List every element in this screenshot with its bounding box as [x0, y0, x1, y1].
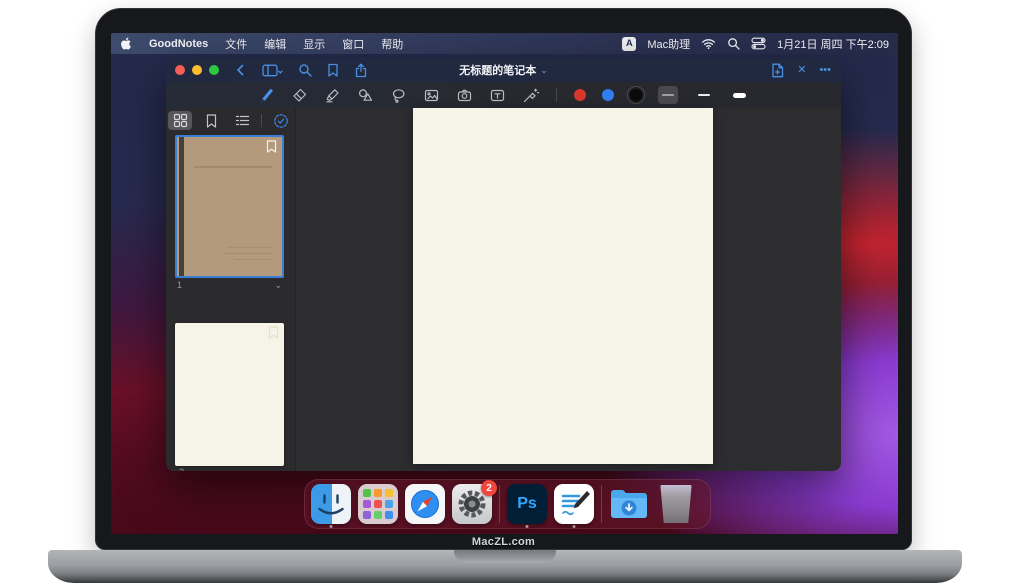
thickness-bold[interactable] — [730, 86, 750, 104]
search-icon[interactable] — [298, 63, 312, 77]
more-options-icon[interactable]: ••• — [819, 65, 831, 76]
select-pages-icon[interactable] — [269, 111, 293, 130]
image-tool-icon[interactable] — [423, 87, 440, 104]
mac-assistant-item[interactable]: Mac助理 — [647, 36, 690, 52]
running-indicator — [330, 525, 333, 528]
dock-separator — [499, 485, 500, 523]
dock-downloads[interactable] — [609, 480, 649, 528]
running-indicator — [573, 525, 576, 528]
dock: 2 Ps — [304, 479, 711, 529]
window-title[interactable]: 无标题的笔记本 ⌄ — [459, 62, 548, 78]
notification-badge: 2 — [481, 480, 497, 496]
camera-tool-icon[interactable] — [456, 87, 473, 104]
shapes-tool-icon[interactable] — [357, 87, 374, 104]
color-swatch-black[interactable] — [630, 89, 642, 101]
menu-view[interactable]: 显示 — [303, 36, 325, 52]
dock-safari[interactable] — [405, 480, 445, 528]
display: GoodNotes 文件 编辑 显示 窗口 帮助 A Mac助理 — [111, 33, 898, 534]
dock-launchpad[interactable] — [358, 480, 398, 528]
launchpad-icon — [358, 484, 398, 524]
finder-icon — [311, 484, 351, 524]
dock-finder[interactable] — [311, 480, 351, 528]
toolbar-divider — [556, 88, 557, 102]
menu-edit[interactable]: 编辑 — [264, 36, 286, 52]
spotlight-search-icon[interactable] — [727, 37, 740, 50]
downloads-folder-icon — [609, 484, 649, 524]
title-chevron-icon: ⌄ — [540, 65, 548, 76]
page-1-number: 1 — [177, 280, 182, 291]
share-icon[interactable] — [354, 63, 368, 78]
lid-notch — [454, 550, 556, 563]
menu-file[interactable]: 文件 — [225, 36, 247, 52]
dock-photoshop[interactable]: Ps — [507, 480, 547, 528]
thumbnail-bookmark-icon — [268, 326, 279, 344]
page-view-icon[interactable] — [262, 63, 283, 78]
goodnotes-window: 无标题的笔记本 ⌄ ✕ ••• — [166, 58, 841, 471]
text-tool-icon[interactable] — [489, 87, 506, 104]
traffic-lights — [175, 65, 219, 75]
trash-icon — [659, 485, 693, 523]
highlighter-tool-icon[interactable] — [324, 87, 341, 104]
bookmark-icon[interactable] — [327, 63, 339, 77]
maczl-watermark: MacZL.com — [96, 536, 911, 548]
close-window-button[interactable] — [175, 65, 185, 75]
lasso-tool-icon[interactable] — [390, 87, 407, 104]
macbook-mockup: GoodNotes 文件 编辑 显示 窗口 帮助 A Mac助理 — [0, 0, 1009, 586]
safari-icon — [405, 484, 445, 524]
minimize-window-button[interactable] — [192, 65, 202, 75]
thumbnail-sidebar: 1 ⌄ 2 — [166, 108, 296, 471]
page-thumbnail-1-selected[interactable] — [175, 135, 284, 278]
color-swatch-red[interactable] — [574, 89, 586, 101]
control-center-icon[interactable] — [751, 37, 766, 50]
laser-pointer-tool-icon[interactable] — [522, 87, 539, 104]
wifi-icon[interactable] — [701, 37, 716, 50]
drawing-toolbar — [166, 82, 841, 108]
zoom-window-button[interactable] — [209, 65, 219, 75]
pen-tool-icon[interactable] — [258, 87, 275, 104]
window-titlebar: 无标题的笔记本 ⌄ ✕ ••• — [166, 58, 841, 82]
page-1-chevron-icon[interactable]: ⌄ — [274, 280, 282, 291]
sidebar-tabs-divider — [261, 114, 262, 127]
laptop-base — [48, 550, 962, 583]
menu-window[interactable]: 窗口 — [342, 36, 364, 52]
dock-trash[interactable] — [656, 480, 696, 528]
photoshop-icon: Ps — [507, 484, 547, 524]
tab-outline[interactable] — [230, 111, 254, 130]
input-source-icon[interactable]: A — [622, 37, 636, 51]
thickness-thin-selected[interactable] — [658, 86, 678, 104]
running-indicator — [526, 525, 529, 528]
close-document-icon[interactable]: ✕ — [797, 65, 806, 76]
menu-bar: GoodNotes 文件 编辑 显示 窗口 帮助 A Mac助理 — [111, 33, 898, 54]
thickness-medium[interactable] — [694, 86, 714, 104]
menubar-clock[interactable]: 1月21日 周四 下午2:09 — [777, 36, 889, 52]
thumbnail-bookmark-icon[interactable] — [266, 140, 277, 158]
eraser-tool-icon[interactable] — [291, 87, 308, 104]
dock-goodnotes[interactable] — [554, 480, 594, 528]
system-preferences-icon: 2 — [452, 484, 492, 524]
dock-separator — [601, 485, 602, 523]
menu-help[interactable]: 帮助 — [381, 36, 403, 52]
menubar-app-name[interactable]: GoodNotes — [149, 38, 208, 50]
laptop-screen-bezel: GoodNotes 文件 编辑 显示 窗口 帮助 A Mac助理 — [95, 8, 912, 550]
current-page[interactable] — [413, 108, 713, 464]
tab-bookmarks[interactable] — [199, 111, 223, 130]
page-thumbnail-2[interactable] — [175, 323, 284, 466]
add-page-icon[interactable] — [771, 63, 784, 78]
back-icon[interactable] — [234, 63, 247, 77]
page-2-number: 2 — [179, 467, 184, 471]
note-canvas[interactable] — [296, 108, 841, 471]
goodnotes-icon — [554, 484, 594, 524]
tab-thumbnails[interactable] — [168, 111, 192, 130]
dock-system-preferences[interactable]: 2 — [452, 480, 492, 528]
color-swatch-blue[interactable] — [602, 89, 614, 101]
apple-logo-icon[interactable] — [120, 37, 132, 51]
